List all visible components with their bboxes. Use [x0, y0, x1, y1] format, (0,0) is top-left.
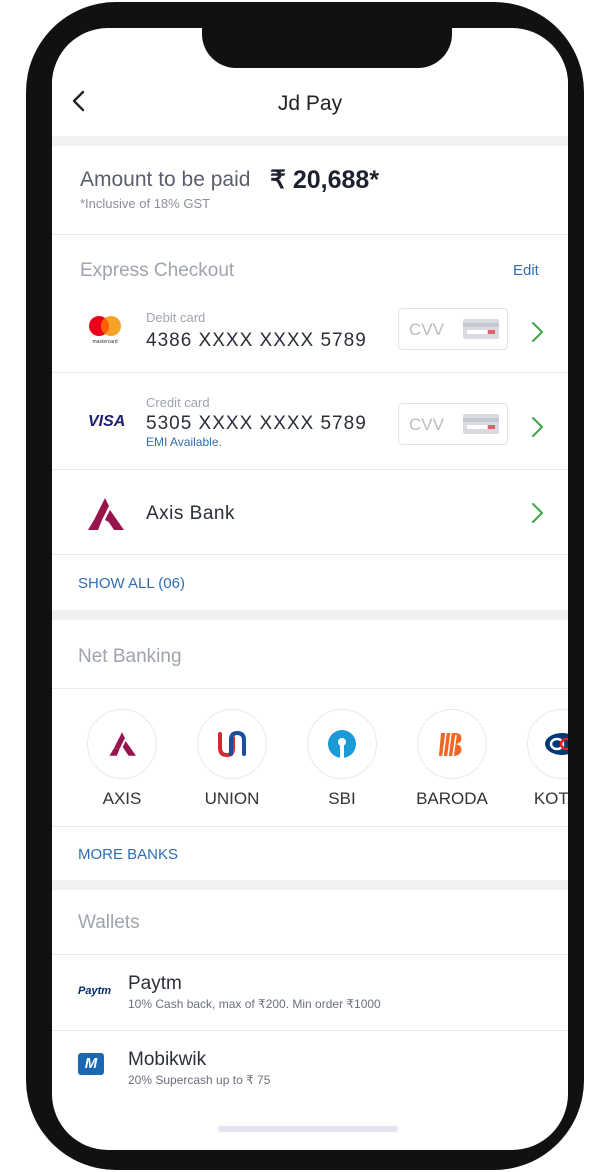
bank-label: AXIS — [102, 789, 142, 808]
svg-text:mastercard: mastercard — [92, 339, 117, 344]
kotak-logo-icon — [545, 733, 568, 755]
bank-sbi-button[interactable] — [307, 709, 377, 779]
app-screen: Jd Pay Amount to be paid ₹ 20,688* *Incl… — [52, 28, 568, 1150]
section-gap — [52, 880, 568, 890]
wallet-row-paytm[interactable]: Paytm Paytm 10% Cash back, max of ₹200. … — [52, 955, 568, 1029]
section-gap — [52, 136, 568, 146]
mastercard-icon: mastercard — [89, 316, 121, 344]
baroda-logo-icon — [439, 732, 462, 757]
bank-name: Axis Bank — [146, 503, 235, 524]
bank-baroda-button[interactable] — [417, 709, 487, 779]
divider — [52, 826, 568, 827]
bank-label: KOTAK — [533, 789, 568, 808]
card-back-icon — [463, 414, 499, 434]
bank-kotak-button[interactable] — [527, 709, 568, 779]
wallet-name: Mobikwik — [128, 1049, 207, 1070]
wallet-name: Paytm — [128, 973, 182, 994]
card-type-label: Debit card — [146, 310, 206, 325]
saved-card-row-credit[interactable]: VISA Credit card 5305 XXXX XXXX 5789 EMI… — [52, 373, 568, 469]
paytm-logo-icon: Paytm — [78, 985, 112, 997]
chevron-right-icon[interactable] — [530, 502, 544, 524]
net-banking-title: Net Banking — [78, 646, 182, 667]
cvv-input[interactable]: CVV — [398, 308, 508, 350]
more-banks-link[interactable]: MORE BANKS — [78, 846, 178, 863]
amount-value: ₹ 20,688* — [270, 166, 380, 194]
home-indicator — [218, 1126, 398, 1132]
divider — [52, 554, 568, 555]
saved-bank-row-axis[interactable]: Axis Bank — [52, 470, 568, 554]
union-logo-icon — [218, 730, 246, 758]
section-gap — [52, 610, 568, 620]
axis-bank-icon — [88, 498, 124, 530]
cvv-placeholder: CVV — [409, 415, 444, 434]
chevron-right-icon[interactable] — [530, 416, 544, 438]
card-number: 4386 XXXX XXXX 5789 — [146, 330, 367, 351]
bank-label: SBI — [328, 789, 356, 808]
card-number: 5305 XXXX XXXX 5789 — [146, 413, 367, 434]
axis-logo-icon — [109, 732, 136, 756]
page-title: Jd Pay — [277, 92, 343, 115]
cvv-placeholder: CVV — [409, 320, 444, 339]
visa-icon: VISA — [88, 413, 126, 430]
show-all-link[interactable]: SHOW ALL (06) — [78, 575, 185, 592]
bank-label: BARODA — [416, 789, 488, 808]
saved-card-row-debit[interactable]: mastercard Debit card 4386 XXXX XXXX 578… — [52, 294, 568, 372]
express-checkout-title: Express Checkout — [80, 260, 235, 281]
card-back-icon — [463, 319, 499, 339]
net-banking-bank-list: AXIS UNION SBI BARODA KOT — [52, 689, 568, 825]
mobikwik-logo-icon: M — [78, 1053, 104, 1075]
phone-notch — [202, 28, 452, 68]
top-bar: Jd Pay — [52, 68, 568, 136]
wallet-offer: 20% Supercash up to ₹ 75 — [128, 1073, 271, 1087]
wallet-row-mobikwik[interactable]: M Mobikwik 20% Supercash up to ₹ 75 — [52, 1031, 568, 1105]
wallets-title: Wallets — [78, 912, 140, 933]
amount-label: Amount to be paid — [80, 168, 251, 191]
sbi-logo-icon — [328, 730, 356, 759]
card-type-label: Credit card — [146, 395, 210, 410]
wallet-offer: 10% Cash back, max of ₹200. Min order ₹1… — [128, 997, 381, 1011]
gst-note: *Inclusive of 18% GST — [80, 196, 211, 211]
cvv-input[interactable]: CVV — [398, 403, 508, 445]
bank-label: UNION — [204, 789, 260, 808]
bank-union-button[interactable] — [197, 709, 267, 779]
emi-available-label: EMI Available. — [146, 435, 222, 449]
bank-axis-button[interactable] — [87, 709, 157, 779]
edit-link[interactable]: Edit — [513, 262, 539, 279]
divider — [52, 234, 568, 235]
chevron-right-icon[interactable] — [530, 321, 544, 343]
